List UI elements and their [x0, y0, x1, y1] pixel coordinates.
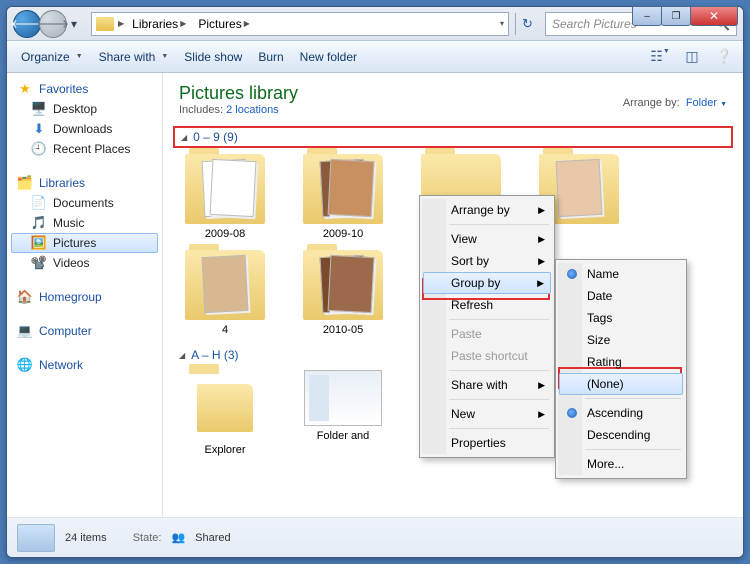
sidebar-item-downloads[interactable]: ⬇Downloads: [11, 119, 158, 139]
sidebar-item-homegroup[interactable]: 🏠Homegroup: [11, 287, 158, 307]
ctx-group-tags[interactable]: Tags: [559, 307, 683, 329]
ctx-group-size[interactable]: Size: [559, 329, 683, 351]
folder-item[interactable]: 2009-08: [175, 154, 275, 240]
shared-icon: 👥: [171, 531, 185, 544]
file-label: Folder and: [317, 430, 370, 442]
share-with-button[interactable]: Share with▼: [93, 46, 175, 68]
search-placeholder: Search Pictures: [552, 17, 637, 31]
sidebar-item-desktop[interactable]: 🖥️Desktop: [11, 99, 158, 119]
slideshow-button[interactable]: Slide show: [178, 46, 248, 68]
ctx-view[interactable]: View▶: [423, 228, 551, 250]
file-label: Explorer: [205, 444, 246, 456]
ctx-group-rating[interactable]: Rating: [559, 351, 683, 373]
collapse-icon: ◢: [181, 133, 187, 142]
view-options-button[interactable]: ☷ ▼: [649, 48, 671, 65]
folder-label: 4: [222, 324, 228, 336]
folder-label: 2009-08: [205, 228, 245, 240]
folder-label: 2009-10: [323, 228, 363, 240]
burn-button[interactable]: Burn: [252, 46, 289, 68]
maximize-button[interactable]: ❐: [661, 6, 691, 26]
file-item[interactable]: Folder and: [293, 370, 393, 456]
ctx-arrange-by[interactable]: Arrange by▶: [423, 199, 551, 221]
item-count: 24 items: [65, 532, 107, 544]
preview-pane-button[interactable]: ◫: [681, 48, 703, 65]
organize-button[interactable]: Organize▼: [15, 46, 89, 68]
sidebar-item-recent[interactable]: 🕘Recent Places: [11, 139, 158, 159]
group-header-0-9[interactable]: ◢ 0 – 9 (9): [173, 126, 733, 148]
close-button[interactable]: ✕: [690, 6, 738, 26]
command-bar: Organize▼ Share with▼ Slide show Burn Ne…: [7, 41, 743, 73]
ctx-sort-by[interactable]: Sort by▶: [423, 250, 551, 272]
new-folder-button[interactable]: New folder: [294, 46, 363, 68]
status-icon: [17, 524, 55, 552]
nav-history-dropdown[interactable]: ▾: [67, 10, 81, 38]
chevron-right-icon[interactable]: ▶: [118, 19, 124, 28]
ctx-share-with[interactable]: Share with▶: [423, 374, 551, 396]
breadcrumb-libraries[interactable]: Libraries ▶: [128, 15, 190, 33]
radio-icon: [567, 408, 577, 418]
library-includes: Includes: 2 locations: [179, 104, 298, 116]
folder-item[interactable]: 2010-05: [293, 250, 393, 336]
ctx-properties[interactable]: Properties: [423, 432, 551, 454]
breadcrumb-pictures[interactable]: Pictures ▶: [194, 15, 254, 33]
file-item[interactable]: Explorer: [175, 370, 275, 456]
explorer-window: 🡐 🡒 ▾ ▶ Libraries ▶ Pictures ▶ ▾ ↻ Searc…: [6, 6, 744, 558]
forward-button: 🡒: [39, 10, 67, 38]
state-value: Shared: [195, 532, 230, 544]
ctx-group-by[interactable]: Group by▶: [423, 272, 551, 294]
arrange-by[interactable]: Arrange by: Folder ▼: [623, 83, 727, 109]
sidebar-item-network[interactable]: 🌐Network: [11, 355, 158, 375]
context-menu: Arrange by▶ View▶ Sort by▶ Group by▶ Ref…: [419, 195, 555, 458]
folder-icon: [96, 17, 114, 31]
libraries-icon: 🗂️: [17, 175, 33, 191]
folder-item[interactable]: 2009-10: [293, 154, 393, 240]
sidebar-item-computer[interactable]: 💻Computer: [11, 321, 158, 341]
ctx-paste: Paste: [423, 323, 551, 345]
favorites-group[interactable]: ★Favorites: [11, 79, 158, 99]
sidebar-item-documents[interactable]: 📄Documents: [11, 193, 158, 213]
ctx-paste-shortcut: Paste shortcut: [423, 345, 551, 367]
sidebar-item-music[interactable]: 🎵Music: [11, 213, 158, 233]
address-dropdown[interactable]: ▾: [500, 19, 504, 28]
status-bar: 24 items State: 👥 Shared: [7, 517, 743, 557]
libraries-group[interactable]: 🗂️Libraries: [11, 173, 158, 193]
star-icon: ★: [17, 81, 33, 97]
ctx-group-none[interactable]: (None): [559, 373, 683, 395]
refresh-button[interactable]: ↻: [515, 13, 539, 35]
ctx-group-ascending[interactable]: Ascending: [559, 402, 683, 424]
collapse-icon: ◢: [179, 351, 185, 360]
sidebar-item-videos[interactable]: 📽️Videos: [11, 253, 158, 273]
minimize-button[interactable]: –: [632, 6, 662, 26]
help-button[interactable]: ❔: [713, 48, 735, 65]
ctx-group-date[interactable]: Date: [559, 285, 683, 307]
folder-item[interactable]: 4: [175, 250, 275, 336]
ctx-group-name[interactable]: Name: [559, 263, 683, 285]
radio-icon: [567, 269, 577, 279]
navigation-pane: ★Favorites 🖥️Desktop ⬇Downloads 🕘Recent …: [7, 73, 163, 517]
context-submenu-groupby: Name Date Tags Size Rating (None) Ascend…: [555, 259, 687, 479]
locations-link[interactable]: 2 locations: [226, 104, 279, 116]
content-pane: Pictures library Includes: 2 locations A…: [163, 73, 743, 517]
ctx-group-descending[interactable]: Descending: [559, 424, 683, 446]
state-label: State:: [133, 532, 162, 544]
folder-label: 2010-05: [323, 324, 363, 336]
ctx-group-more[interactable]: More...: [559, 453, 683, 475]
ctx-refresh[interactable]: Refresh: [423, 294, 551, 316]
ctx-new[interactable]: New▶: [423, 403, 551, 425]
sidebar-item-pictures[interactable]: 🖼️Pictures: [11, 233, 158, 253]
address-bar[interactable]: ▶ Libraries ▶ Pictures ▶ ▾: [91, 12, 509, 36]
library-title: Pictures library: [179, 83, 298, 104]
